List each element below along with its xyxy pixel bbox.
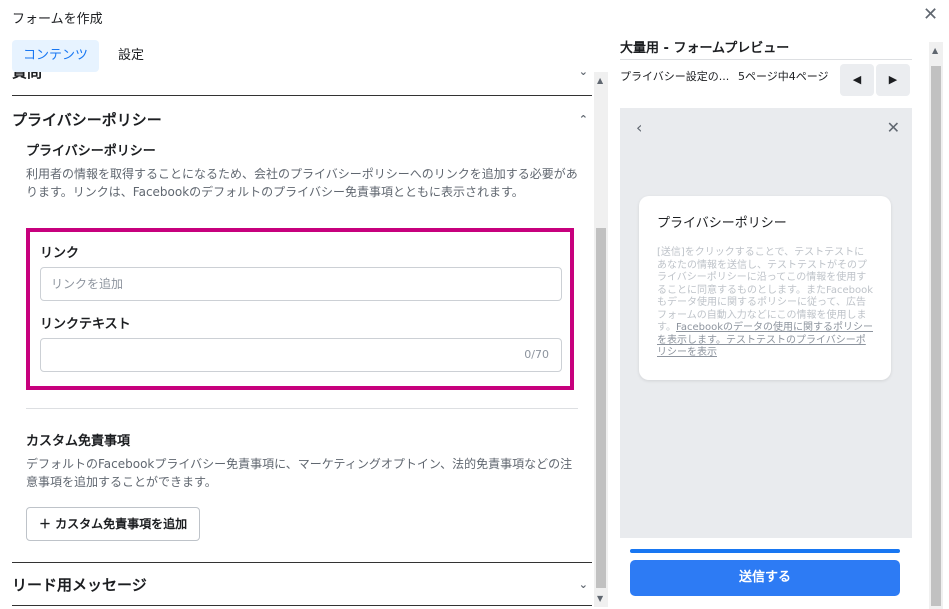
link-highlight-box: リンク リンクを追加 リンクテキスト 0/70 xyxy=(26,228,574,390)
page-selector[interactable]: プライバシー設定の... xyxy=(620,68,729,84)
card-body: [送信]をクリックすることで、テストテストにあなたの情報を送信し、テストテストが… xyxy=(657,247,873,333)
next-page-button[interactable]: ▶ xyxy=(876,64,910,96)
right-scrollbar[interactable]: ▲ xyxy=(929,42,943,609)
privacy-section: プライバシーポリシー ⌃ プライバシーポリシー 利用者の情報を取得することになる… xyxy=(12,108,592,541)
lead-message-title: リード用メッセージ xyxy=(12,576,147,594)
left-panel: 質問 ⌄ プライバシーポリシー ⌃ プライバシーポリシー 利用者の情報を取得する… xyxy=(0,72,610,609)
close-icon[interactable]: ✕ xyxy=(887,118,900,137)
privacy-card: プライバシーポリシー [送信]をクリックすることで、テストテストにあなたの情報を… xyxy=(639,196,891,380)
scrollbar-thumb[interactable] xyxy=(596,228,606,588)
preview-toolbar: プライバシー設定の... 5ページ中4ページ ◀ ▶ xyxy=(620,64,912,100)
tab-bar: コンテンツ 設定 xyxy=(12,40,155,72)
link-text-label: リンクテキスト xyxy=(40,317,131,332)
link-text-input[interactable]: 0/70 xyxy=(40,338,562,372)
lead-message-section[interactable]: リード用メッセージ ⌄ xyxy=(12,562,592,597)
questions-section[interactable]: 質問 ⌄ xyxy=(12,72,592,96)
policy-link[interactable]: Facebookのデータの使用に関するポリシーを表示します。テストテストのプライ… xyxy=(657,322,873,358)
divider xyxy=(12,605,592,606)
submit-button[interactable]: 送信する xyxy=(630,560,900,596)
card-text: [送信]をクリックすることで、テストテストにあなたの情報を送信し、テストテストが… xyxy=(657,247,873,360)
chevron-down-icon[interactable]: ⌄ xyxy=(579,573,588,597)
progress-bar xyxy=(630,549,900,553)
prev-page-button[interactable]: ◀ xyxy=(840,64,874,96)
scroll-up-icon[interactable]: ▲ xyxy=(597,76,603,85)
left-scrollbar[interactable]: ▲ ▼ xyxy=(594,72,608,607)
tab-content[interactable]: コンテンツ xyxy=(12,40,100,72)
card-title: プライバシーポリシー xyxy=(657,216,787,231)
chevron-up-icon[interactable]: ⌃ xyxy=(579,108,588,132)
privacy-description: 利用者の情報を取得することになるため、会社のプライバシーポリシーへのリンクを追加… xyxy=(26,167,578,199)
link-input[interactable]: リンクを追加 xyxy=(40,267,562,301)
phone-preview: ‹ ✕ プライバシーポリシー [送信]をクリックすることで、テストテストにあなた… xyxy=(620,108,912,538)
dialog-title: フォームを作成 xyxy=(12,12,103,27)
close-icon[interactable]: ✕ xyxy=(923,6,938,24)
privacy-section-title: プライバシーポリシー xyxy=(12,111,162,129)
custom-disclaimer-description: デフォルトのFacebookプライバシー免責事項に、マーケティングオプトイン、法… xyxy=(26,457,573,489)
char-counter: 0/70 xyxy=(524,348,549,361)
privacy-subtitle: プライバシーポリシー xyxy=(26,144,156,159)
chevron-down-icon[interactable]: ⌄ xyxy=(579,72,588,84)
scrollbar-thumb[interactable] xyxy=(931,66,941,606)
page-info: 5ページ中4ページ xyxy=(738,70,829,83)
divider xyxy=(26,408,578,409)
link-label: リンク xyxy=(40,246,80,261)
custom-disclaimer-block: カスタム免責事項 デフォルトのFacebookプライバシー免責事項に、マーケティ… xyxy=(26,430,578,541)
questions-label: 質問 xyxy=(12,72,43,81)
add-custom-disclaimer-button[interactable]: ＋ カスタム免責事項を追加 xyxy=(26,507,201,541)
tab-settings[interactable]: 設定 xyxy=(107,40,155,72)
custom-disclaimer-title: カスタム免責事項 xyxy=(26,434,131,449)
scroll-up-icon[interactable]: ▲ xyxy=(932,46,938,55)
preview-panel: 大量用 - フォームプレビュー プライバシー設定の... 5ページ中4ページ ◀… xyxy=(620,38,912,609)
preview-title: 大量用 - フォームプレビュー xyxy=(620,38,912,60)
back-icon[interactable]: ‹ xyxy=(636,118,642,137)
scroll-down-icon[interactable]: ▼ xyxy=(597,594,603,603)
